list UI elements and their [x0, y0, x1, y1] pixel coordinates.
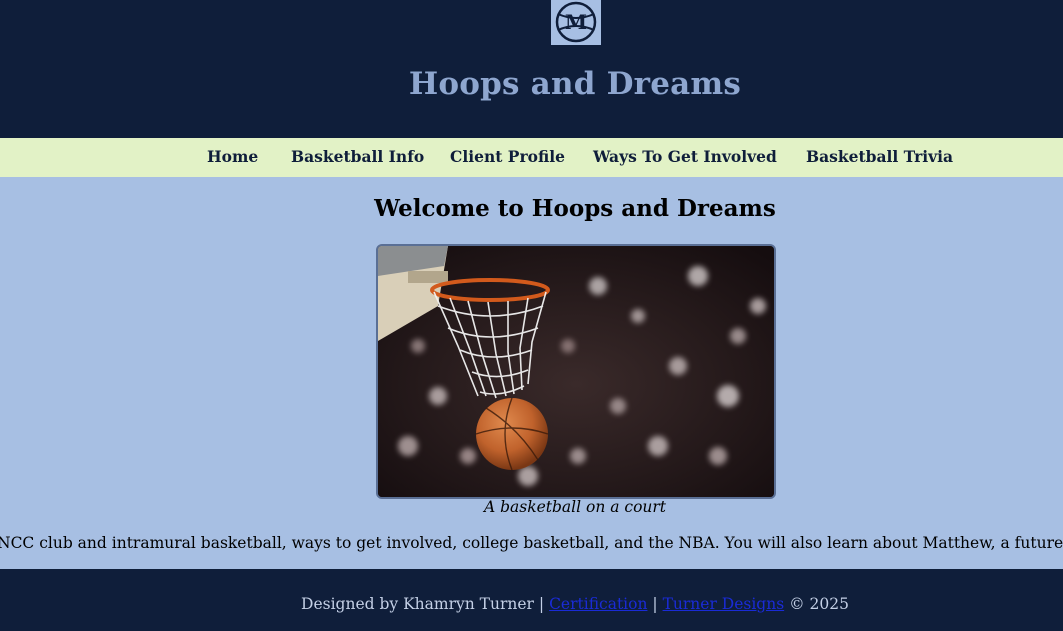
logo[interactable]: M: [551, 0, 601, 45]
site-title: Hoops and Dreams: [408, 66, 742, 102]
footer-separator: |: [652, 595, 658, 613]
page-heading: Welcome to Hoops and Dreams: [374, 195, 776, 222]
footer-copyright: © 2025: [784, 595, 849, 613]
footer-line: Designed by Khamryn Turner | Certificati…: [0, 595, 1063, 613]
footer-credit: Designed by Khamryn Turner: [301, 595, 534, 613]
hero-image: [376, 244, 776, 499]
site-footer: Designed by Khamryn Turner | Certificati…: [0, 569, 1063, 631]
nav-item-home[interactable]: Home: [207, 147, 258, 166]
intro-paragraph: NCC club and intramural basketball, ways…: [0, 534, 1063, 552]
basketball-hoop-image: [378, 246, 774, 497]
nav-item-basketball-trivia[interactable]: Basketball Trivia: [806, 147, 953, 166]
logo-letter: M: [565, 10, 587, 34]
certification-link[interactable]: Certification: [549, 595, 647, 613]
turner-designs-link[interactable]: Turner Designs: [663, 595, 785, 613]
footer-separator: |: [538, 595, 545, 613]
nav-item-basketball-info[interactable]: Basketball Info: [291, 147, 424, 166]
main-nav: Home Basketball Info Client Profile Ways…: [0, 138, 1063, 177]
basketball-logo-icon: M: [555, 1, 597, 43]
intro-text: NCC club and intramural basketball, ways…: [0, 534, 1063, 552]
site-header: M Hoops and Dreams: [0, 0, 1063, 138]
hero-caption: A basketball on a court: [483, 498, 667, 516]
nav-item-ways-to-get-involved[interactable]: Ways To Get Involved: [593, 147, 777, 166]
nav-item-client-profile[interactable]: Client Profile: [450, 147, 565, 166]
